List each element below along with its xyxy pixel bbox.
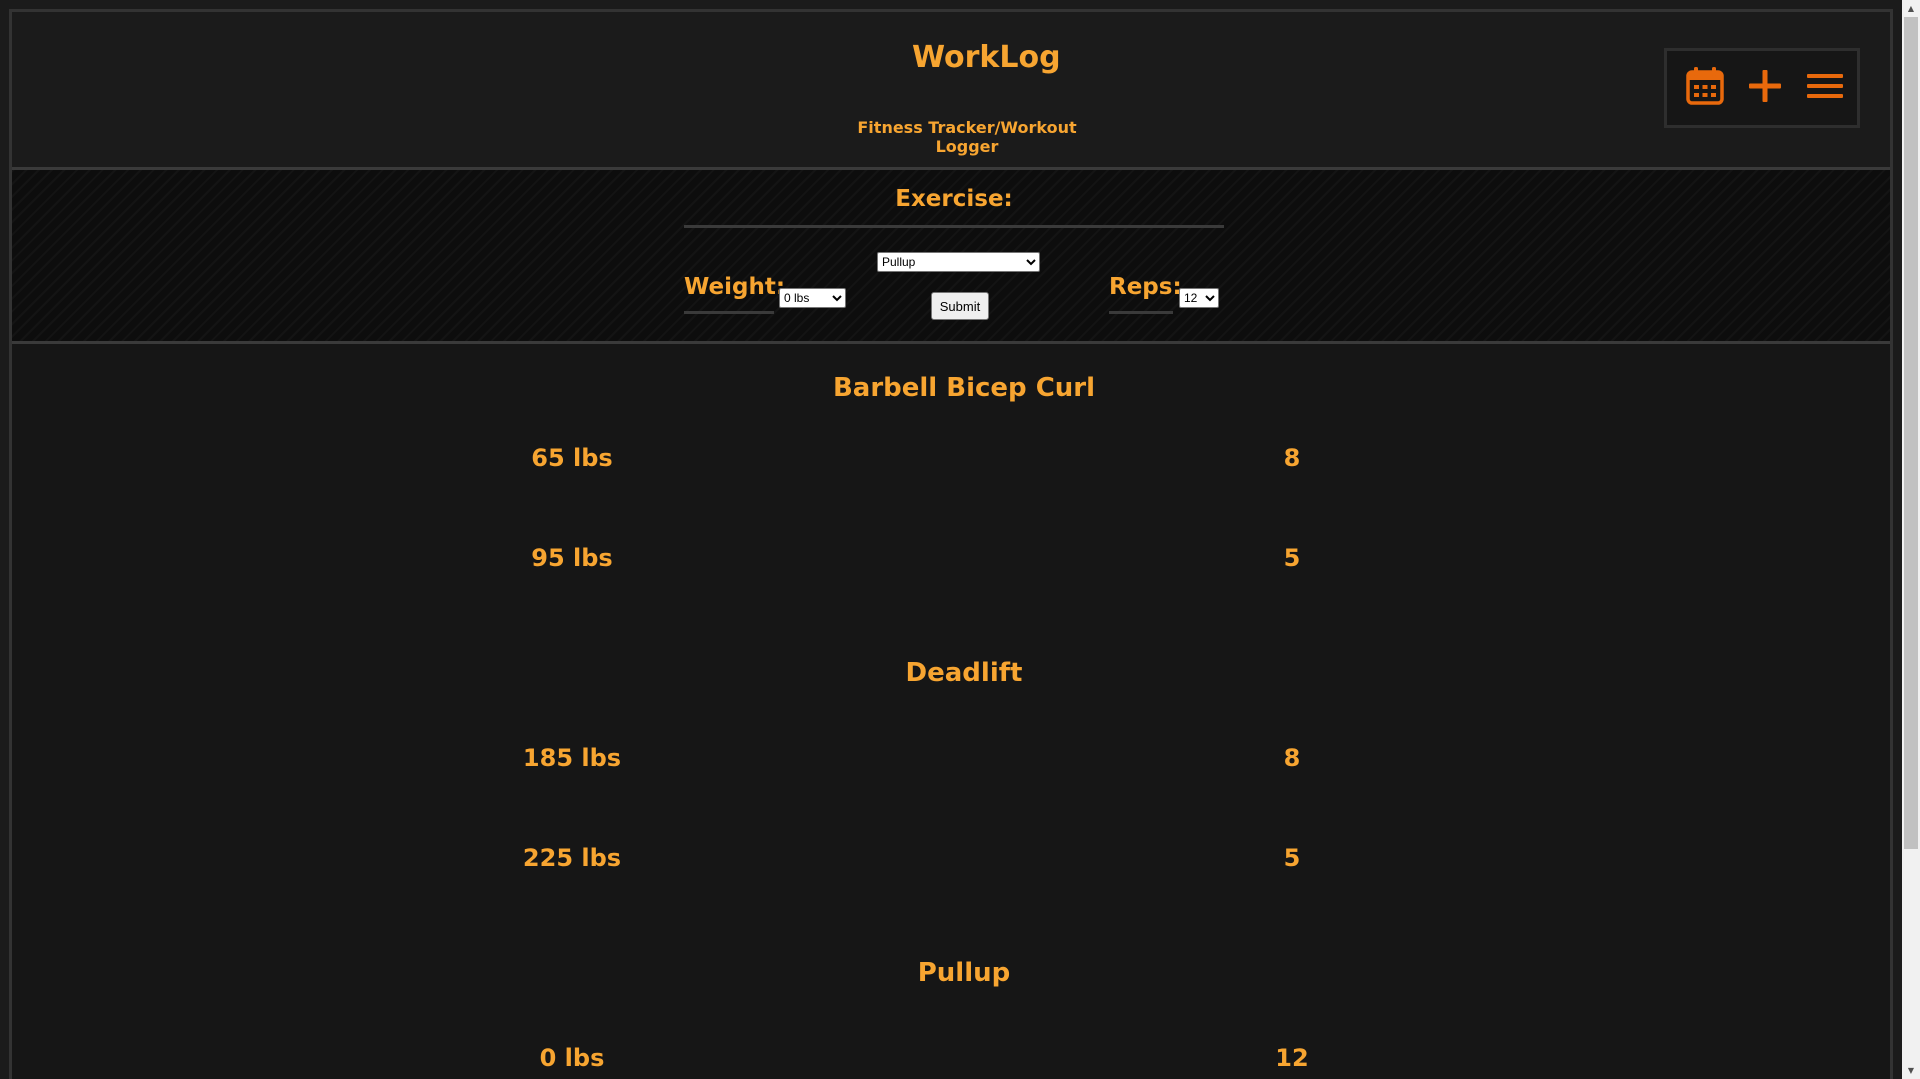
set-reps: 12	[1275, 1044, 1309, 1072]
header: WorkLog Fitness Tracker/Workout Logger	[12, 12, 1890, 170]
add-button[interactable]	[1742, 63, 1788, 109]
set-weight: 185 lbs	[522, 744, 622, 772]
scroll-down-arrow-icon[interactable]: ▼	[1902, 1062, 1920, 1079]
plus-icon	[1749, 70, 1781, 102]
exercise-label: Exercise:	[684, 186, 1224, 228]
exercise-select[interactable]: Pullup	[877, 252, 1040, 272]
exercise-group-title: Deadlift	[905, 658, 1023, 688]
menu-button[interactable]	[1802, 63, 1848, 109]
set-weight: 65 lbs	[531, 444, 613, 472]
calendar-button[interactable]	[1682, 63, 1728, 109]
set-reps: 8	[1283, 744, 1301, 772]
page: WorkLog Fitness Tracker/Workout Logger E…	[0, 0, 1920, 1079]
add-set-form: Exercise: Pullup Weight: 0 lbs Submit Re…	[12, 170, 1890, 344]
set-reps: 5	[1283, 844, 1301, 872]
app-frame: WorkLog Fitness Tracker/Workout Logger E…	[9, 9, 1893, 1079]
toolbar	[1664, 48, 1860, 128]
weight-label: Weight:	[684, 274, 785, 314]
scroll-up-arrow-icon[interactable]: ▲	[1902, 0, 1920, 17]
set-reps: 5	[1283, 544, 1301, 572]
weight-select[interactable]: 0 lbs	[779, 288, 846, 308]
scroll-thumb[interactable]	[1904, 17, 1918, 849]
set-weight: 225 lbs	[522, 844, 622, 872]
set-weight: 95 lbs	[531, 544, 613, 572]
submit-button[interactable]: Submit	[931, 292, 989, 320]
exercise-group-title: Barbell Bicep Curl	[832, 373, 1096, 403]
set-weight: 0 lbs	[539, 1044, 605, 1072]
vertical-scrollbar[interactable]: ▲ ▼	[1902, 0, 1920, 1079]
reps-label: Reps:	[1109, 274, 1182, 314]
calendar-icon	[1686, 67, 1724, 105]
reps-select[interactable]: 12	[1179, 288, 1219, 308]
app-title: WorkLog	[912, 40, 1061, 75]
app-subtitle: Fitness Tracker/Workout Logger	[857, 118, 1077, 156]
set-reps: 8	[1283, 444, 1301, 472]
menu-icon	[1807, 74, 1843, 98]
exercise-group-title: Pullup	[917, 958, 1011, 988]
workout-log: Barbell Bicep Curl 65 lbs 8 95 lbs 5 Dea…	[12, 344, 1890, 1079]
